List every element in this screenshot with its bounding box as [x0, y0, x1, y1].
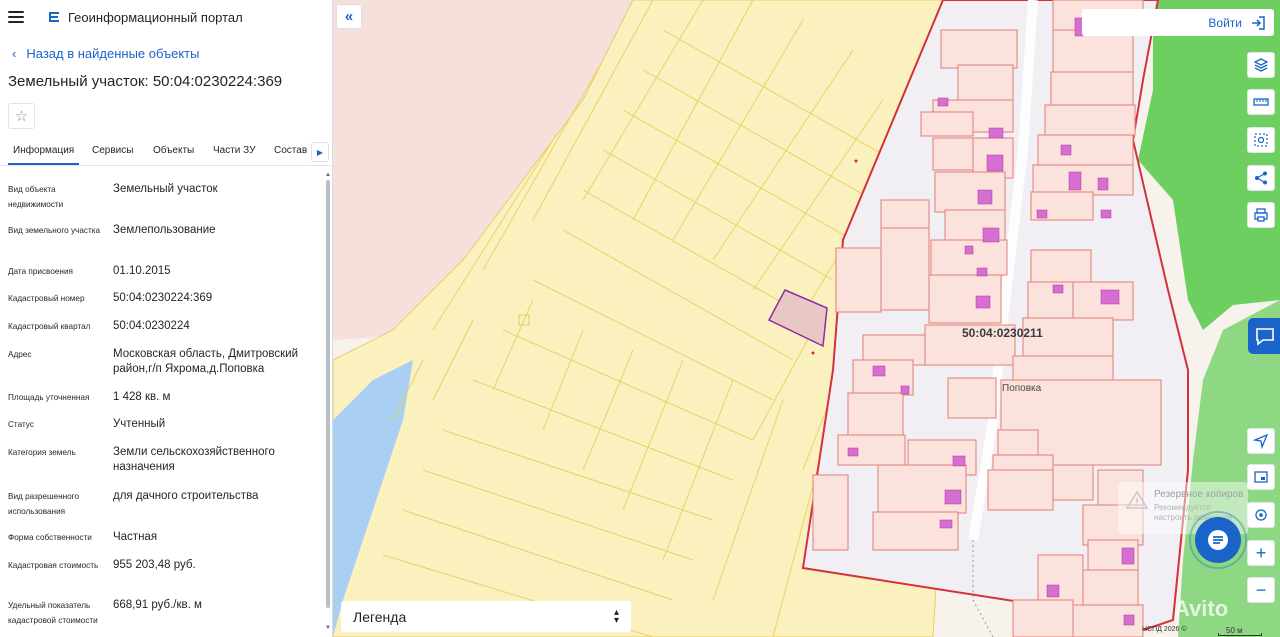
map-point — [854, 159, 858, 163]
info-label: Площадь уточненная — [8, 393, 90, 402]
app: Геоинформационный портал ‹ Назад в найде… — [0, 0, 1280, 637]
topbar: Геоинформационный портал — [0, 0, 332, 34]
ruler-button[interactable] — [1247, 89, 1275, 115]
login-label: Войти — [1208, 15, 1242, 30]
info-label: Адрес — [8, 350, 32, 359]
info-value: 668,91 руб./кв. м — [113, 599, 202, 611]
zoom-out-button[interactable]: − — [1247, 577, 1275, 603]
info-value: 50:04:0230224:369 — [113, 292, 213, 304]
tab-services[interactable]: Сервисы — [92, 140, 133, 165]
info-scrollbar[interactable]: ▲ ▼ — [323, 172, 332, 637]
zoom-in-button[interactable]: + — [1247, 540, 1275, 566]
warning-icon — [1126, 491, 1148, 509]
menu-icon[interactable] — [8, 11, 24, 23]
tab-parts[interactable]: Части ЗУ — [213, 140, 255, 165]
select-area-icon — [1254, 133, 1268, 147]
info-panel: Геоинформационный портал ‹ Назад в найде… — [0, 0, 333, 637]
quarter-label: 50:04:0230211 — [962, 326, 1043, 340]
scale-bar — [1218, 633, 1262, 636]
select-area-button[interactable] — [1247, 127, 1275, 153]
sort-arrows-icon: ▴ ▾ — [613, 606, 619, 626]
chat-icon — [1208, 530, 1228, 550]
info-value: для дачного строительства — [113, 490, 259, 502]
share-icon — [1255, 171, 1267, 185]
back-link[interactable]: ‹ Назад в найденные объекты — [12, 46, 199, 61]
locate-button[interactable] — [1247, 428, 1275, 454]
geolocation-icon — [1255, 509, 1267, 521]
chat-logo-icon — [1256, 328, 1274, 346]
geolocation-button[interactable] — [1247, 502, 1275, 528]
minimap-button[interactable] — [1247, 464, 1275, 490]
locate-icon — [1253, 433, 1269, 449]
print-button[interactable] — [1247, 202, 1275, 228]
page-title: Земельный участок: 50:04:0230224:369 — [8, 73, 283, 90]
map-layer — [333, 0, 1280, 637]
info-label: Статус — [8, 420, 34, 429]
login-icon — [1252, 15, 1265, 30]
info-label: Категория земель — [8, 448, 76, 457]
map-canvas[interactable]: 50:04:0230211 Поповка — [333, 0, 1280, 637]
info-value: Московская область, Дмитровский район,г/… — [113, 348, 298, 375]
portal-title: Геоинформационный портал — [68, 9, 243, 25]
tab-composition[interactable]: Состав — [274, 140, 307, 165]
legend-label: Легенда — [353, 608, 407, 625]
tab-bar: Информация Сервисы Объекты Части ЗУ Сост… — [0, 140, 332, 166]
back-link-label: Назад в найденные объекты — [26, 46, 200, 61]
ruler-icon — [1253, 98, 1269, 106]
info-value: Землепользование — [113, 224, 216, 236]
legend-select[interactable]: Легенда ▴ ▾ — [341, 601, 631, 632]
layers-button[interactable] — [1247, 52, 1275, 78]
village-label: Поповка — [1002, 383, 1042, 394]
caret-right-icon: ▶ — [316, 147, 324, 157]
minimap-icon — [1254, 471, 1268, 483]
scroll-down-icon[interactable]: ▼ — [325, 625, 331, 631]
collapse-panel-button[interactable]: « — [336, 4, 362, 29]
layers-icon — [1253, 58, 1269, 72]
side-panel-tab[interactable] — [1248, 318, 1280, 354]
info-label: Кадастровая стоимость — [8, 561, 99, 570]
info-value: Частная — [113, 531, 158, 543]
info-label: Удельный показатель кадастровой стоимост… — [8, 601, 98, 625]
chevron-left-icon: ‹ — [12, 46, 17, 61]
info-value: Учтенный — [113, 418, 166, 430]
scrollbar-thumb[interactable] — [326, 180, 330, 608]
info-value: Земельный участок — [113, 183, 218, 195]
info-label: Форма собственности — [8, 533, 92, 542]
info-label: Вид разрешенного использования — [8, 492, 80, 516]
info-label: Дата присвоения — [8, 267, 73, 276]
tabs-scroll-right-button[interactable]: ▶ — [311, 142, 329, 162]
favorite-button[interactable]: ☆ — [8, 103, 35, 129]
info-list: Вид объекта недвижимости Земельный участ… — [0, 172, 322, 637]
chat-button[interactable] — [1195, 517, 1241, 563]
login-button[interactable]: Войти — [1082, 9, 1274, 36]
zoom-out-icon: − — [1255, 579, 1267, 600]
tab-information[interactable]: Информация — [8, 140, 80, 165]
portal-logo-icon — [49, 12, 59, 22]
map-point — [811, 351, 815, 355]
info-value: 955 203,48 руб. — [113, 559, 196, 571]
star-icon: ☆ — [14, 108, 29, 125]
double-chevron-left-icon: « — [344, 8, 354, 25]
share-button[interactable] — [1247, 165, 1275, 191]
info-label: Кадастровый квартал — [8, 322, 91, 331]
tab-objects[interactable]: Объекты — [153, 140, 194, 165]
scroll-up-icon[interactable]: ▲ — [325, 172, 331, 178]
print-icon — [1254, 208, 1268, 222]
info-label: Вид земельного участка — [8, 226, 101, 235]
copyright-text: НСПД 2026 © — [1142, 626, 1187, 633]
info-label: Вид объекта недвижимости — [8, 185, 64, 209]
backup-title: Резервное копиров — [1154, 489, 1244, 500]
info-value: Земли сельскохозяйственного назначения — [113, 446, 275, 473]
info-value: 50:04:0230224 — [113, 320, 190, 332]
info-label: Кадастровый номер — [8, 294, 85, 303]
info-value: 1 428 кв. м — [113, 391, 171, 403]
zoom-in-icon: + — [1255, 542, 1267, 563]
avito-watermark: Avito — [1174, 596, 1229, 621]
info-value: 01.10.2015 — [113, 265, 171, 277]
